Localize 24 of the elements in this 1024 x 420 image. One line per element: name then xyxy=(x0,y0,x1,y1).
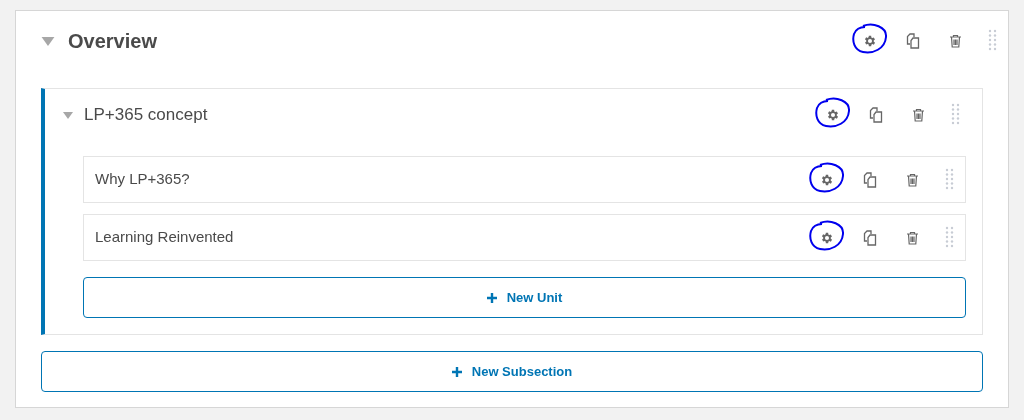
new-unit-button[interactable]: New Unit xyxy=(83,277,966,318)
drag-handle-icon[interactable] xyxy=(944,167,954,192)
settings-icon[interactable] xyxy=(819,172,834,187)
new-subsection-button[interactable]: New Subsection xyxy=(41,351,983,392)
drag-handle-icon[interactable] xyxy=(950,103,960,127)
settings-icon[interactable] xyxy=(819,230,834,245)
trash-icon[interactable] xyxy=(949,34,962,48)
trash-icon[interactable] xyxy=(912,108,925,122)
unit-title: Why LP+365? xyxy=(95,169,190,190)
settings-icon[interactable] xyxy=(825,108,840,122)
plus-icon xyxy=(486,292,497,303)
trash-icon[interactable] xyxy=(906,172,919,187)
copy-icon[interactable] xyxy=(867,107,884,123)
settings-icon[interactable] xyxy=(862,34,877,48)
section-title: Overview xyxy=(68,29,157,54)
drag-handle-icon[interactable] xyxy=(987,29,997,53)
copy-icon[interactable] xyxy=(861,171,878,188)
plus-icon xyxy=(451,366,462,377)
subsection-title: LP+365 concept xyxy=(84,104,208,127)
unit-title: Learning Reinvented xyxy=(95,227,234,248)
copy-icon[interactable] xyxy=(904,33,921,49)
trash-icon[interactable] xyxy=(906,230,919,245)
drag-handle-icon[interactable] xyxy=(944,225,954,250)
copy-icon[interactable] xyxy=(861,229,878,246)
